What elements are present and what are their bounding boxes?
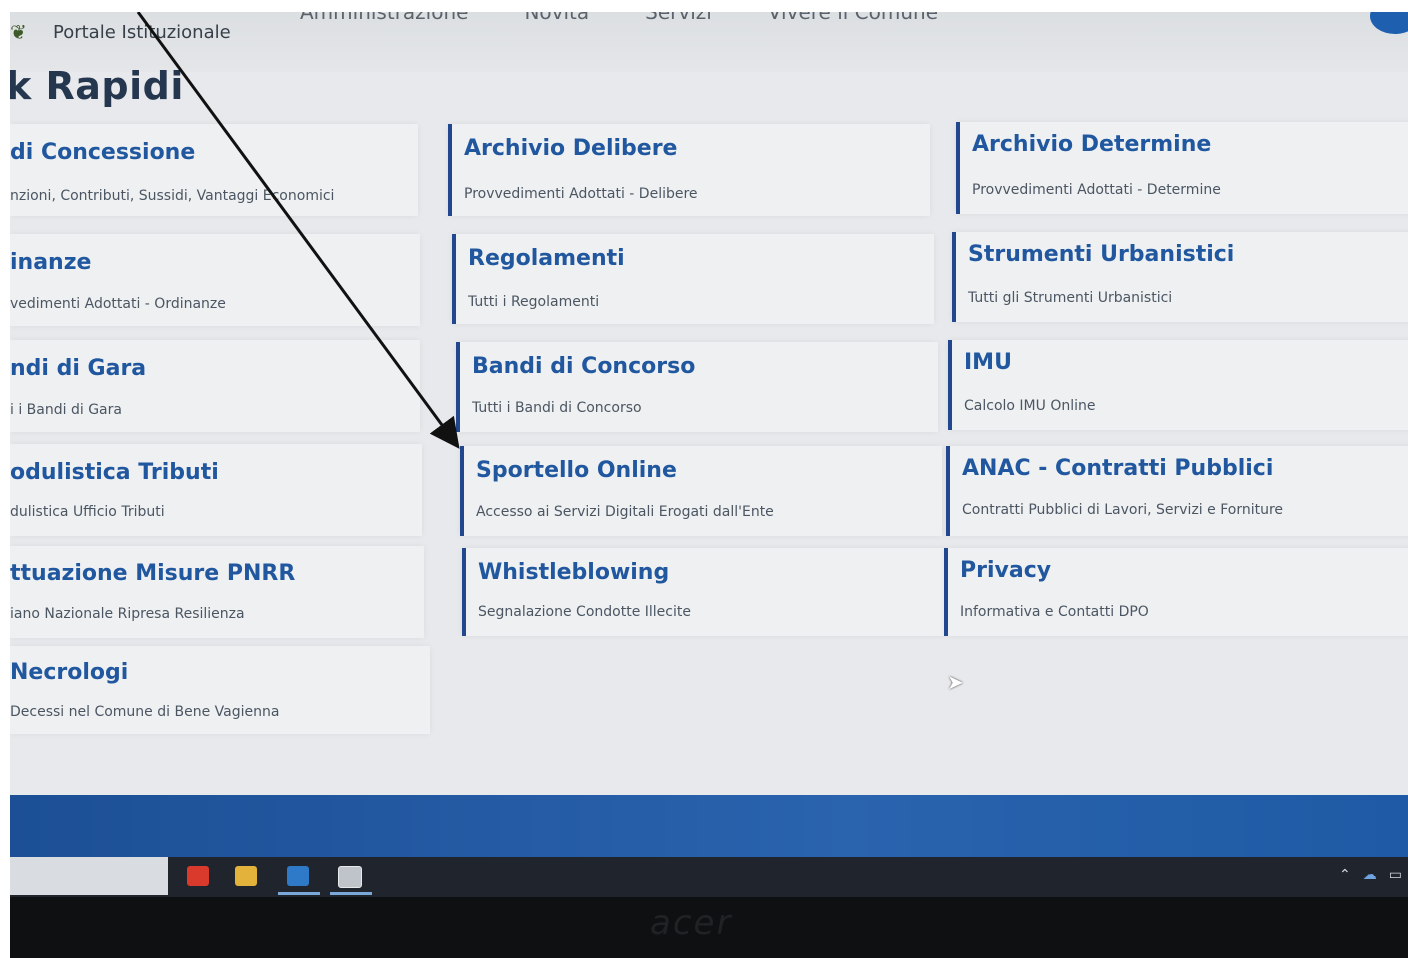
card-subtitle: Contratti Pubblici di Lavori, Servizi e …	[962, 502, 1284, 518]
link-card-archivio-delibere[interactable]: Archivio Delibere Provvedimenti Adottati…	[448, 124, 930, 216]
link-card-sportello-online[interactable]: Sportello Online Accesso ai Servizi Digi…	[460, 446, 942, 536]
link-card-modulistica-tributi[interactable]: odulistica Tributi dulistica Ufficio Tri…	[10, 444, 422, 536]
card-subtitle: Provvedimenti Adottati - Delibere	[464, 186, 698, 202]
card-title: inanze	[10, 250, 92, 275]
active-app-indicator	[278, 892, 320, 895]
photographed-screen: ❦ Portale Istituzionale Amministrazione …	[10, 12, 1408, 958]
link-card-archivio-determine[interactable]: Archivio Determine Provvedimenti Adottat…	[956, 122, 1408, 214]
link-card-privacy[interactable]: Privacy Informativa e Contatti DPO	[944, 548, 1408, 636]
file-explorer-icon[interactable]	[235, 866, 257, 886]
card-subtitle: Decessi nel Comune di Bene Vagienna	[10, 704, 280, 720]
chevron-up-icon[interactable]: ⌃	[1339, 867, 1351, 883]
card-title: Whistleblowing	[478, 560, 670, 585]
card-title: Strumenti Urbanistici	[968, 242, 1235, 267]
nav-item-amministrazione[interactable]: Amministrazione	[300, 12, 468, 24]
card-title: Necrologi	[10, 660, 129, 685]
card-title: ndi di Gara	[10, 356, 147, 381]
site-header: ❦ Portale Istituzionale Amministrazione …	[10, 12, 1408, 72]
mouse-pointer-icon: ➤	[947, 670, 964, 694]
card-subtitle: Provvedimenti Adottati - Determine	[972, 182, 1221, 198]
card-title: Archivio Determine	[972, 132, 1212, 157]
card-title: Privacy	[960, 558, 1052, 583]
search-button[interactable]	[1370, 12, 1408, 34]
link-card-ordinanze[interactable]: inanze vedimenti Adottati - Ordinanze	[10, 234, 420, 326]
link-card-concessione[interactable]: di Concessione nzioni, Contributi, Sussi…	[10, 124, 418, 216]
nav-item-vivere-il-comune[interactable]: Vivere il Comune	[768, 12, 938, 24]
card-title: Sportello Online	[476, 458, 677, 483]
card-subtitle: i i Bandi di Gara	[10, 402, 122, 418]
link-card-imu[interactable]: IMU Calcolo IMU Online	[948, 340, 1408, 430]
card-subtitle: Informativa e Contatti DPO	[960, 604, 1149, 620]
portal-title[interactable]: Portale Istituzionale	[53, 22, 231, 43]
nav-item-novita[interactable]: Novità	[524, 12, 589, 24]
card-subtitle: dulistica Ufficio Tributi	[10, 504, 165, 520]
task-app-icon[interactable]	[338, 866, 362, 888]
card-subtitle: iano Nazionale Ripresa Resilienza	[10, 606, 245, 622]
cloud-icon[interactable]: ☁	[1363, 867, 1377, 883]
card-title: Bandi di Concorso	[472, 354, 696, 379]
chrome-icon[interactable]	[187, 866, 209, 886]
link-card-pnrr[interactable]: ttuazione Misure PNRR iano Nazionale Rip…	[10, 546, 424, 638]
section-title: k Rapidi	[10, 64, 184, 108]
card-title: odulistica Tributi	[10, 460, 219, 485]
card-subtitle: Segnalazione Condotte Illecite	[478, 604, 691, 620]
main-navigation: Amministrazione Novità Servizi Vivere il…	[300, 12, 938, 24]
card-subtitle: Calcolo IMU Online	[964, 398, 1096, 414]
link-card-necrologi[interactable]: Necrologi Decessi nel Comune di Bene Vag…	[10, 646, 430, 734]
link-card-bandi-di-concorso[interactable]: Bandi di Concorso Tutti i Bandi di Conco…	[456, 342, 938, 432]
network-icon[interactable]: ▭	[1389, 867, 1402, 883]
taskbar-search-box[interactable]	[10, 857, 168, 895]
outlook-icon[interactable]	[287, 866, 309, 886]
card-title: ttuazione Misure PNRR	[10, 561, 296, 586]
site-footer-band	[10, 795, 1408, 857]
card-title: ANAC - Contratti Pubblici	[962, 456, 1274, 481]
card-subtitle: Tutti i Regolamenti	[468, 294, 600, 310]
card-subtitle: Accesso ai Servizi Digitali Erogati dall…	[476, 504, 774, 520]
link-card-bandi-di-gara[interactable]: ndi di Gara i i Bandi di Gara	[10, 340, 420, 432]
card-subtitle: nzioni, Contributi, Sussidi, Vantaggi Ec…	[10, 188, 335, 204]
active-app-indicator	[330, 892, 372, 895]
card-title: Archivio Delibere	[464, 136, 678, 161]
link-card-regolamenti[interactable]: Regolamenti Tutti i Regolamenti	[452, 234, 934, 324]
card-title: IMU	[964, 350, 1012, 375]
municipal-crest-icon[interactable]: ❦	[10, 20, 36, 44]
laptop-bezel: acer	[10, 897, 1408, 958]
brand-logo: acer	[650, 903, 733, 943]
system-tray: ⌃ ☁ ▭	[1339, 867, 1402, 883]
link-card-anac[interactable]: ANAC - Contratti Pubblici Contratti Pubb…	[946, 446, 1408, 536]
card-subtitle: vedimenti Adottati - Ordinanze	[10, 296, 226, 312]
windows-taskbar: ⌃ ☁ ▭	[10, 857, 1408, 897]
nav-item-servizi[interactable]: Servizi	[645, 12, 712, 24]
card-title: Regolamenti	[468, 246, 625, 271]
link-card-whistleblowing[interactable]: Whistleblowing Segnalazione Condotte Ill…	[462, 548, 944, 636]
link-card-strumenti-urbanistici[interactable]: Strumenti Urbanistici Tutti gli Strument…	[952, 232, 1408, 322]
card-title: di Concessione	[10, 140, 196, 165]
card-subtitle: Tutti gli Strumenti Urbanistici	[968, 290, 1173, 306]
card-subtitle: Tutti i Bandi di Concorso	[472, 400, 642, 416]
